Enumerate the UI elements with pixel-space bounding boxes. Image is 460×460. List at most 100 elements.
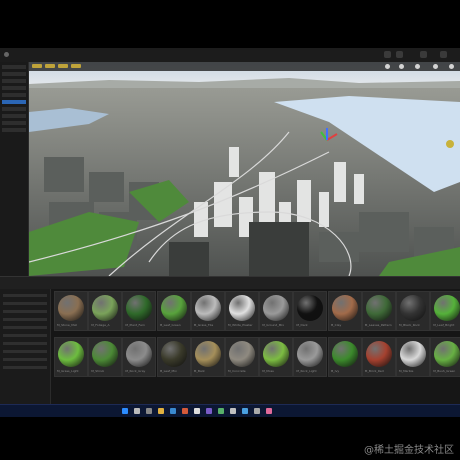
material-asset-tile[interactable]: M_Ground_Mix — [259, 291, 294, 331]
material-asset-tile[interactable]: M_Black_Rock — [396, 291, 430, 331]
material-asset-tile[interactable]: M_Stone_Mat — [54, 291, 88, 331]
material-name: M_Shrub — [91, 369, 105, 373]
material-name: M_Bark — [193, 369, 205, 373]
material-asset-tile[interactable]: M_Foliage_A — [88, 291, 123, 331]
material-name: M_Bush_Green — [433, 369, 456, 373]
outliner-row[interactable] — [2, 114, 26, 118]
material-asset-tile[interactable]: M_Shrub — [88, 337, 123, 377]
material-name: M_Marble — [399, 369, 414, 373]
material-asset-tile[interactable]: M_Rock_Gray — [122, 337, 157, 377]
folder-item[interactable] — [3, 358, 47, 361]
folder-item[interactable] — [3, 366, 47, 369]
material-preview-sphere — [400, 341, 426, 367]
outliner-row[interactable] — [2, 79, 26, 83]
material-name: M_Stone_Mat — [57, 323, 77, 327]
folder-item[interactable] — [3, 350, 47, 353]
material-asset-tile[interactable]: M_Grass_Tile — [190, 291, 225, 331]
app-icon[interactable] — [206, 408, 212, 414]
material-asset-tile[interactable]: M_Grass_Light — [54, 337, 88, 377]
perspective-button[interactable] — [45, 64, 55, 68]
material-asset-tile[interactable]: M_White_Plaster — [225, 291, 259, 331]
material-asset-tile[interactable]: M_Clay — [327, 291, 362, 331]
settings-button[interactable] — [396, 51, 403, 58]
material-name: M_Leaf_Green — [159, 323, 181, 327]
material-name: M_Grass_Tile — [193, 323, 214, 327]
explorer-icon[interactable] — [158, 408, 164, 414]
app-icon[interactable] — [230, 408, 236, 414]
outliner-row[interactable] — [2, 86, 26, 90]
app-icon[interactable] — [218, 408, 224, 414]
material-asset-tile[interactable]: M_Brick_Red — [361, 337, 396, 377]
app-icon — [4, 52, 9, 57]
play-button[interactable] — [384, 51, 391, 58]
folder-item[interactable] — [3, 318, 47, 321]
material-name: M_Leaves_Pattern — [364, 323, 392, 327]
transform-icon[interactable] — [385, 64, 390, 69]
material-preview-sphere — [194, 295, 221, 321]
viewport-mode-button[interactable] — [32, 64, 42, 68]
material-asset-tile[interactable]: M_Concrete — [225, 337, 259, 377]
unreal-editor-icon[interactable] — [194, 408, 200, 414]
outliner-row[interactable] — [2, 128, 26, 132]
city-scene — [29, 62, 460, 276]
app-icon[interactable] — [182, 408, 188, 414]
material-name: M_Moss — [262, 369, 274, 373]
folder-item[interactable] — [3, 342, 47, 345]
platforms-button[interactable] — [420, 51, 427, 58]
material-asset-tile[interactable]: M_Leaf_Mix — [156, 337, 191, 377]
material-preview-sphere — [126, 295, 153, 321]
app-icon[interactable] — [266, 408, 272, 414]
search-icon[interactable] — [134, 408, 140, 414]
app-icon[interactable] — [242, 408, 248, 414]
outliner-row[interactable] — [2, 72, 26, 76]
camera-speed-icon[interactable] — [449, 64, 454, 69]
folder-item[interactable] — [3, 334, 47, 337]
material-name: M_Rock_Gray — [125, 369, 146, 373]
material-asset-tile[interactable]: M_Moss — [259, 337, 294, 377]
material-name: M_Clay — [330, 323, 342, 327]
material-asset-tile[interactable]: M_Dark — [293, 291, 328, 331]
folder-item[interactable] — [3, 326, 47, 329]
outliner-row[interactable] — [2, 121, 26, 125]
outliner-row[interactable] — [2, 93, 26, 97]
browser-icon[interactable] — [170, 408, 176, 414]
material-asset-tile[interactable]: M_Leaf_Green — [156, 291, 191, 331]
show-button[interactable] — [71, 64, 81, 68]
material-asset-tile[interactable]: M_Marble — [396, 337, 430, 377]
material-preview-sphere — [58, 341, 84, 367]
material-asset-tile[interactable]: M_Rock_Light — [293, 337, 328, 377]
material-name: M_Leaf_Mix — [159, 369, 177, 373]
window-close-button[interactable] — [440, 51, 447, 58]
material-asset-tile[interactable]: M_Leaf_Bright — [430, 291, 460, 331]
rotate-icon[interactable] — [399, 64, 404, 69]
material-preview-sphere — [263, 295, 290, 321]
material-preview-sphere — [400, 295, 426, 321]
material-name: M_Concrete — [228, 369, 246, 373]
outliner-row[interactable] — [2, 107, 26, 111]
material-asset-tile[interactable]: M_Plant_Fern — [122, 291, 157, 331]
material-asset-tile[interactable]: M_Leaves_Pattern — [361, 291, 396, 331]
material-asset-tile[interactable]: M_Bush_Green — [430, 337, 460, 377]
material-preview-sphere — [92, 341, 119, 367]
material-preview-sphere — [160, 295, 187, 321]
folder-item[interactable] — [3, 302, 47, 305]
watermark: @稀土掘金技术社区 — [364, 445, 454, 456]
material-preview-sphere — [365, 295, 392, 321]
level-viewport[interactable] — [29, 62, 460, 276]
outliner-row-selected[interactable] — [2, 100, 26, 104]
snap-icon[interactable] — [433, 64, 438, 69]
material-asset-tile[interactable]: M_Ivy — [327, 337, 362, 377]
viewport-toolbar — [29, 62, 460, 71]
editor-menu-bar — [0, 48, 460, 63]
lit-button[interactable] — [58, 64, 68, 68]
material-preview-sphere — [229, 341, 255, 367]
start-icon[interactable] — [122, 408, 128, 414]
taskview-icon[interactable] — [146, 408, 152, 414]
material-preview-sphere — [126, 341, 153, 367]
material-asset-tile[interactable]: M_Bark — [190, 337, 225, 377]
app-icon[interactable] — [254, 408, 260, 414]
outliner-row[interactable] — [2, 65, 26, 69]
scale-icon[interactable] — [415, 64, 420, 69]
folder-item[interactable] — [3, 310, 47, 313]
folder-item[interactable] — [3, 294, 47, 297]
